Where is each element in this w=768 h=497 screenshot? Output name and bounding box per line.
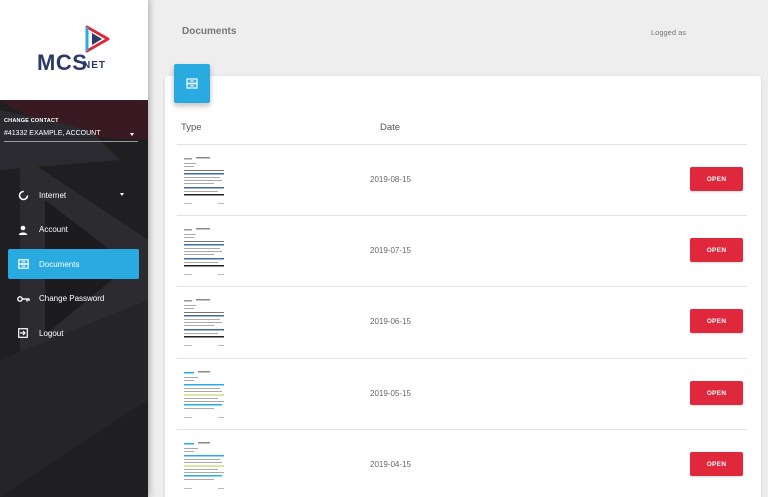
- sidebar-item-label: Change Password: [39, 294, 105, 303]
- chart-ring-icon: [8, 180, 38, 210]
- open-document-button[interactable]: OPEN: [690, 381, 743, 405]
- contact-value[interactable]: #41332 EXAMPLE, ACCOUNT: [4, 130, 138, 142]
- document-date: 2019-08-15: [370, 175, 411, 184]
- document-date: 2019-07-15: [370, 246, 411, 255]
- main-content: Documents Logged as Type Date 2019-08-15…: [148, 0, 768, 497]
- sidebar-item-label: Documents: [39, 259, 80, 269]
- sidebar-item-logout[interactable]: Logout: [8, 318, 139, 348]
- column-header-date: Date: [380, 122, 401, 133]
- key-icon: [8, 284, 38, 314]
- logout-icon: [8, 318, 38, 348]
- document-thumbnail: [182, 155, 226, 207]
- chevron-down-icon: [130, 133, 134, 136]
- sidebar-item-change-password[interactable]: Change Password: [8, 284, 139, 314]
- documents-card: Type Date 2019-08-15 OPEN 2019-07-15 OPE…: [165, 64, 761, 497]
- contact-value-text: #41332 EXAMPLE, ACCOUNT: [4, 130, 101, 137]
- sidebar-item-label: Internet: [39, 190, 67, 200]
- table-row: 2019-05-15 OPEN: [177, 358, 747, 429]
- document-date: 2019-05-15: [370, 389, 411, 398]
- column-header-type: Type: [181, 122, 202, 133]
- document-thumbnail: [182, 297, 226, 349]
- table-row: 2019-08-15 OPEN: [177, 144, 747, 215]
- open-document-button[interactable]: OPEN: [690, 167, 743, 191]
- sidebar-nav: Internet Account Documents Change Passwo…: [8, 180, 139, 353]
- document-thumbnail: [182, 440, 226, 492]
- sidebar-item-label: Logout: [39, 328, 64, 338]
- sidebar-item-internet[interactable]: Internet: [8, 180, 139, 210]
- document-stack-icon: [8, 249, 38, 279]
- logo-area: MCS NET: [0, 0, 148, 100]
- table-row: 2019-04-15 OPEN: [177, 429, 747, 497]
- brand-play-icon: [85, 25, 110, 53]
- brand-name: MCS: [37, 50, 88, 75]
- page-title: Documents: [182, 26, 237, 37]
- document-date: 2019-06-15: [370, 317, 411, 326]
- document-date: 2019-04-15: [370, 460, 411, 469]
- document-thumbnail: [182, 226, 226, 278]
- open-document-button[interactable]: OPEN: [690, 238, 743, 262]
- document-stack-icon: [174, 64, 210, 103]
- change-contact-select[interactable]: CHANGE CONTACT #41332 EXAMPLE, ACCOUNT: [4, 118, 138, 142]
- open-document-button[interactable]: OPEN: [690, 309, 743, 333]
- table-row: 2019-07-15 OPEN: [177, 215, 747, 286]
- document-thumbnail: [182, 369, 226, 421]
- table-row: 2019-06-15 OPEN: [177, 286, 747, 357]
- logged-as-label: Logged as: [651, 28, 687, 37]
- sidebar-item-documents[interactable]: Documents: [8, 249, 139, 279]
- sidebar: MCS NET CHANGE CONTACT #41332 EXAMPLE, A…: [0, 0, 148, 497]
- user-icon: [8, 215, 38, 245]
- sidebar-item-account[interactable]: Account: [8, 215, 139, 245]
- change-contact-label: CHANGE CONTACT: [4, 118, 59, 124]
- sidebar-item-label: Account: [39, 225, 68, 234]
- brand-suffix: NET: [83, 60, 106, 71]
- chevron-down-icon: [120, 193, 124, 196]
- open-document-button[interactable]: OPEN: [690, 452, 743, 476]
